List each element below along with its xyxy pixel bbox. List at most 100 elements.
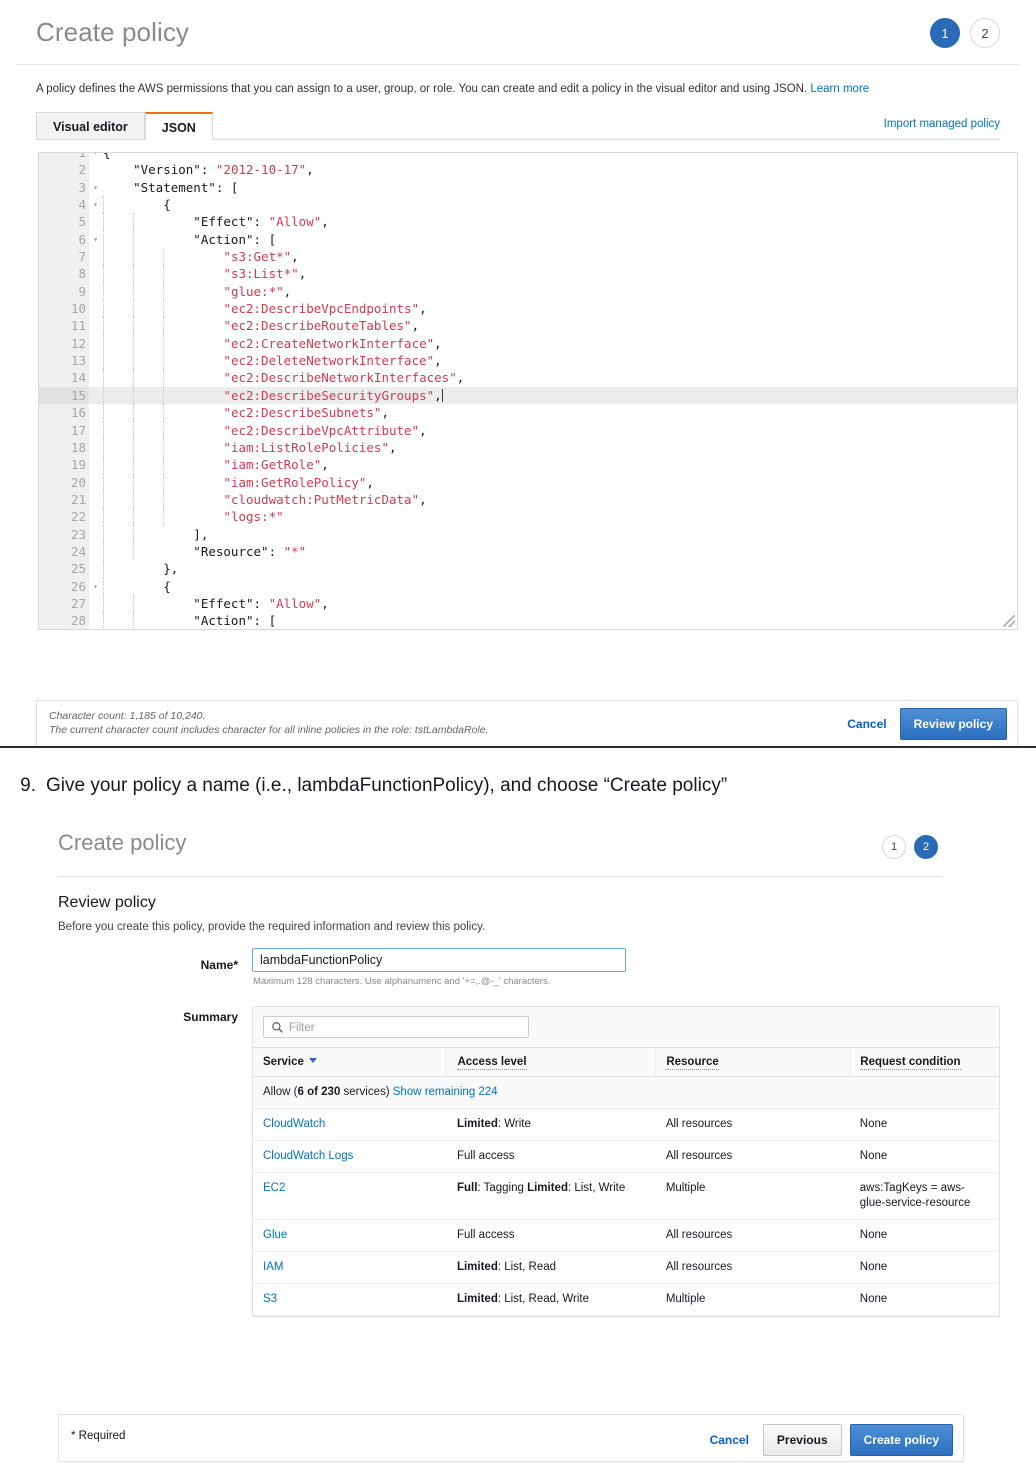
code-line[interactable]: 28 "Action": [ xyxy=(39,612,1017,629)
line-number: 10 xyxy=(39,300,89,317)
line-number: 14 xyxy=(39,369,89,386)
code-text: { xyxy=(89,578,1017,595)
code-text: "Effect": "Allow", xyxy=(89,213,1017,230)
sort-descending-icon[interactable] xyxy=(309,1058,317,1063)
line-number: 23 xyxy=(39,526,89,543)
code-line[interactable]: 7 "s3:Get*", xyxy=(39,248,1017,265)
code-line[interactable]: 16 "ec2:DescribeSubnets", xyxy=(39,404,1017,421)
code-line[interactable]: 9 "glue:*", xyxy=(39,283,1017,300)
review-policy-button[interactable]: Review policy xyxy=(900,708,1007,740)
service-link[interactable]: S3 xyxy=(263,1293,277,1305)
code-line[interactable]: 2 "Version": "2012-10-17", xyxy=(39,161,1017,178)
line-number: 24 xyxy=(39,543,89,560)
column-header-access-level[interactable]: Access level xyxy=(447,1048,656,1077)
table-body: Allow (6 of 230 services) Show remaining… xyxy=(253,1077,999,1316)
table-row: CloudWatchLimited: WriteAll resourcesNon… xyxy=(253,1109,999,1141)
tab-json[interactable]: JSON xyxy=(145,112,213,140)
tab-visual-editor[interactable]: Visual editor xyxy=(36,112,145,140)
column-header-request-condition[interactable]: Request condition xyxy=(850,1048,999,1077)
learn-more-link[interactable]: Learn more xyxy=(810,83,869,95)
code-line[interactable]: 27 "Effect": "Allow", xyxy=(39,595,1017,612)
cell-service: EC2 xyxy=(253,1173,447,1220)
required-note: * Required xyxy=(71,1430,125,1442)
code-line[interactable]: 25 }, xyxy=(39,560,1017,577)
code-text: "Statement": [ xyxy=(89,179,1017,196)
allow-summary-text: Allow (6 of 230 services) xyxy=(263,1086,390,1098)
code-text: "ec2:DescribeSecurityGroups", xyxy=(89,387,1017,404)
import-managed-policy-link[interactable]: Import managed policy xyxy=(884,118,1000,130)
filter-box[interactable] xyxy=(263,1016,529,1038)
cell-resource: Multiple xyxy=(656,1173,850,1220)
policy-name-input[interactable] xyxy=(252,948,626,972)
column-header-access-level-label: Access level xyxy=(457,1056,526,1070)
text-cursor xyxy=(442,389,443,402)
code-line[interactable]: 12 "ec2:CreateNetworkInterface", xyxy=(39,335,1017,352)
code-line[interactable]: 13 "ec2:DeleteNetworkInterface", xyxy=(39,352,1017,369)
code-text: "ec2:DeleteNetworkInterface", xyxy=(89,352,1017,369)
panel2-step-indicator-1[interactable]: 1 xyxy=(882,835,906,859)
show-remaining-link[interactable]: Show remaining 224 xyxy=(393,1086,498,1098)
code-text: "ec2:DescribeSubnets", xyxy=(89,404,1017,421)
step-indicator-1[interactable]: 1 xyxy=(930,18,960,48)
cell-resource: All resources xyxy=(656,1252,850,1284)
code-line[interactable]: 3▾ "Statement": [ xyxy=(39,179,1017,196)
service-link[interactable]: EC2 xyxy=(263,1182,285,1194)
code-line[interactable]: 22 "logs:*" xyxy=(39,508,1017,525)
code-line[interactable]: 11 "ec2:DescribeRouteTables", xyxy=(39,317,1017,334)
column-header-resource-label: Resource xyxy=(666,1056,718,1070)
step-indicator: 1 2 xyxy=(930,18,1000,48)
service-link[interactable]: CloudWatch xyxy=(263,1118,325,1130)
code-line[interactable]: 24 "Resource": "*" xyxy=(39,543,1017,560)
previous-button[interactable]: Previous xyxy=(763,1424,842,1456)
code-line[interactable]: 21 "cloudwatch:PutMetricData", xyxy=(39,491,1017,508)
code-text: "Version": "2012-10-17", xyxy=(89,161,1017,178)
instruction-number: 9. xyxy=(0,775,46,797)
code-line[interactable]: 8 "s3:List*", xyxy=(39,265,1017,282)
code-line[interactable]: 1▾{ xyxy=(39,152,1017,161)
json-editor[interactable]: 1▾{2 "Version": "2012-10-17",3▾ "Stateme… xyxy=(38,152,1018,630)
line-number: 27 xyxy=(39,595,89,612)
code-text: "glue:*", xyxy=(89,283,1017,300)
create-policy-step1-panel: Create policy 1 2 A policy defines the A… xyxy=(0,0,1036,748)
character-count-line1: Character count: 1,185 of 10,240. xyxy=(49,709,488,723)
create-policy-button[interactable]: Create policy xyxy=(850,1424,953,1456)
filter-input[interactable] xyxy=(287,1017,526,1039)
editor-code-area[interactable]: 1▾{2 "Version": "2012-10-17",3▾ "Stateme… xyxy=(39,152,1017,630)
instruction-text: Give your policy a name (i.e., lambdaFun… xyxy=(46,775,727,797)
panel1-footer-actions: Cancel Review policy xyxy=(841,708,1007,740)
code-line[interactable]: 5 "Effect": "Allow", xyxy=(39,213,1017,230)
code-text: "Effect": "Allow", xyxy=(89,595,1017,612)
panel2-footer-actions: Cancel Previous Create policy xyxy=(704,1424,953,1456)
code-line[interactable]: 26▾ { xyxy=(39,578,1017,595)
panel2-cancel-button[interactable]: Cancel xyxy=(704,1425,755,1455)
cancel-button[interactable]: Cancel xyxy=(841,709,892,739)
column-header-service[interactable]: Service xyxy=(253,1048,447,1077)
code-line[interactable]: 10 "ec2:DescribeVpcEndpoints", xyxy=(39,300,1017,317)
service-link[interactable]: IAM xyxy=(263,1261,283,1273)
page-title: Create policy xyxy=(36,12,1000,52)
character-count: Character count: 1,185 of 10,240. The cu… xyxy=(49,709,488,737)
panel1-header: Create policy 1 2 xyxy=(36,12,1000,62)
code-line[interactable]: 18 "iam:ListRolePolicies", xyxy=(39,439,1017,456)
code-line[interactable]: 14 "ec2:DescribeNetworkInterfaces", xyxy=(39,369,1017,386)
editor-resize-grip[interactable] xyxy=(1003,615,1015,627)
code-text: "iam:GetRole", xyxy=(89,456,1017,473)
line-number: 4▾ xyxy=(39,196,89,213)
code-line[interactable]: 17 "ec2:DescribeVpcAttribute", xyxy=(39,422,1017,439)
step-indicator-2[interactable]: 2 xyxy=(970,18,1000,48)
column-header-service-label: Service xyxy=(263,1056,304,1068)
code-line[interactable]: 15 "ec2:DescribeSecurityGroups", xyxy=(39,387,1017,404)
summary-label: Summary xyxy=(144,1010,238,1024)
code-line[interactable]: 23 ], xyxy=(39,526,1017,543)
code-line[interactable]: 4▾ { xyxy=(39,196,1017,213)
cell-access-level: Full: Tagging Limited: List, Write xyxy=(447,1173,656,1220)
code-line[interactable]: 6▾ "Action": [ xyxy=(39,231,1017,248)
cell-access-level: Limited: List, Read, Write xyxy=(447,1284,656,1316)
code-line[interactable]: 20 "iam:GetRolePolicy", xyxy=(39,474,1017,491)
code-line[interactable]: 19 "iam:GetRole", xyxy=(39,456,1017,473)
panel2-step-indicator-2[interactable]: 2 xyxy=(914,835,938,859)
service-link[interactable]: Glue xyxy=(263,1229,287,1241)
line-number: 8 xyxy=(39,265,89,282)
column-header-resource[interactable]: Resource xyxy=(656,1048,850,1077)
service-link[interactable]: CloudWatch Logs xyxy=(263,1150,353,1162)
